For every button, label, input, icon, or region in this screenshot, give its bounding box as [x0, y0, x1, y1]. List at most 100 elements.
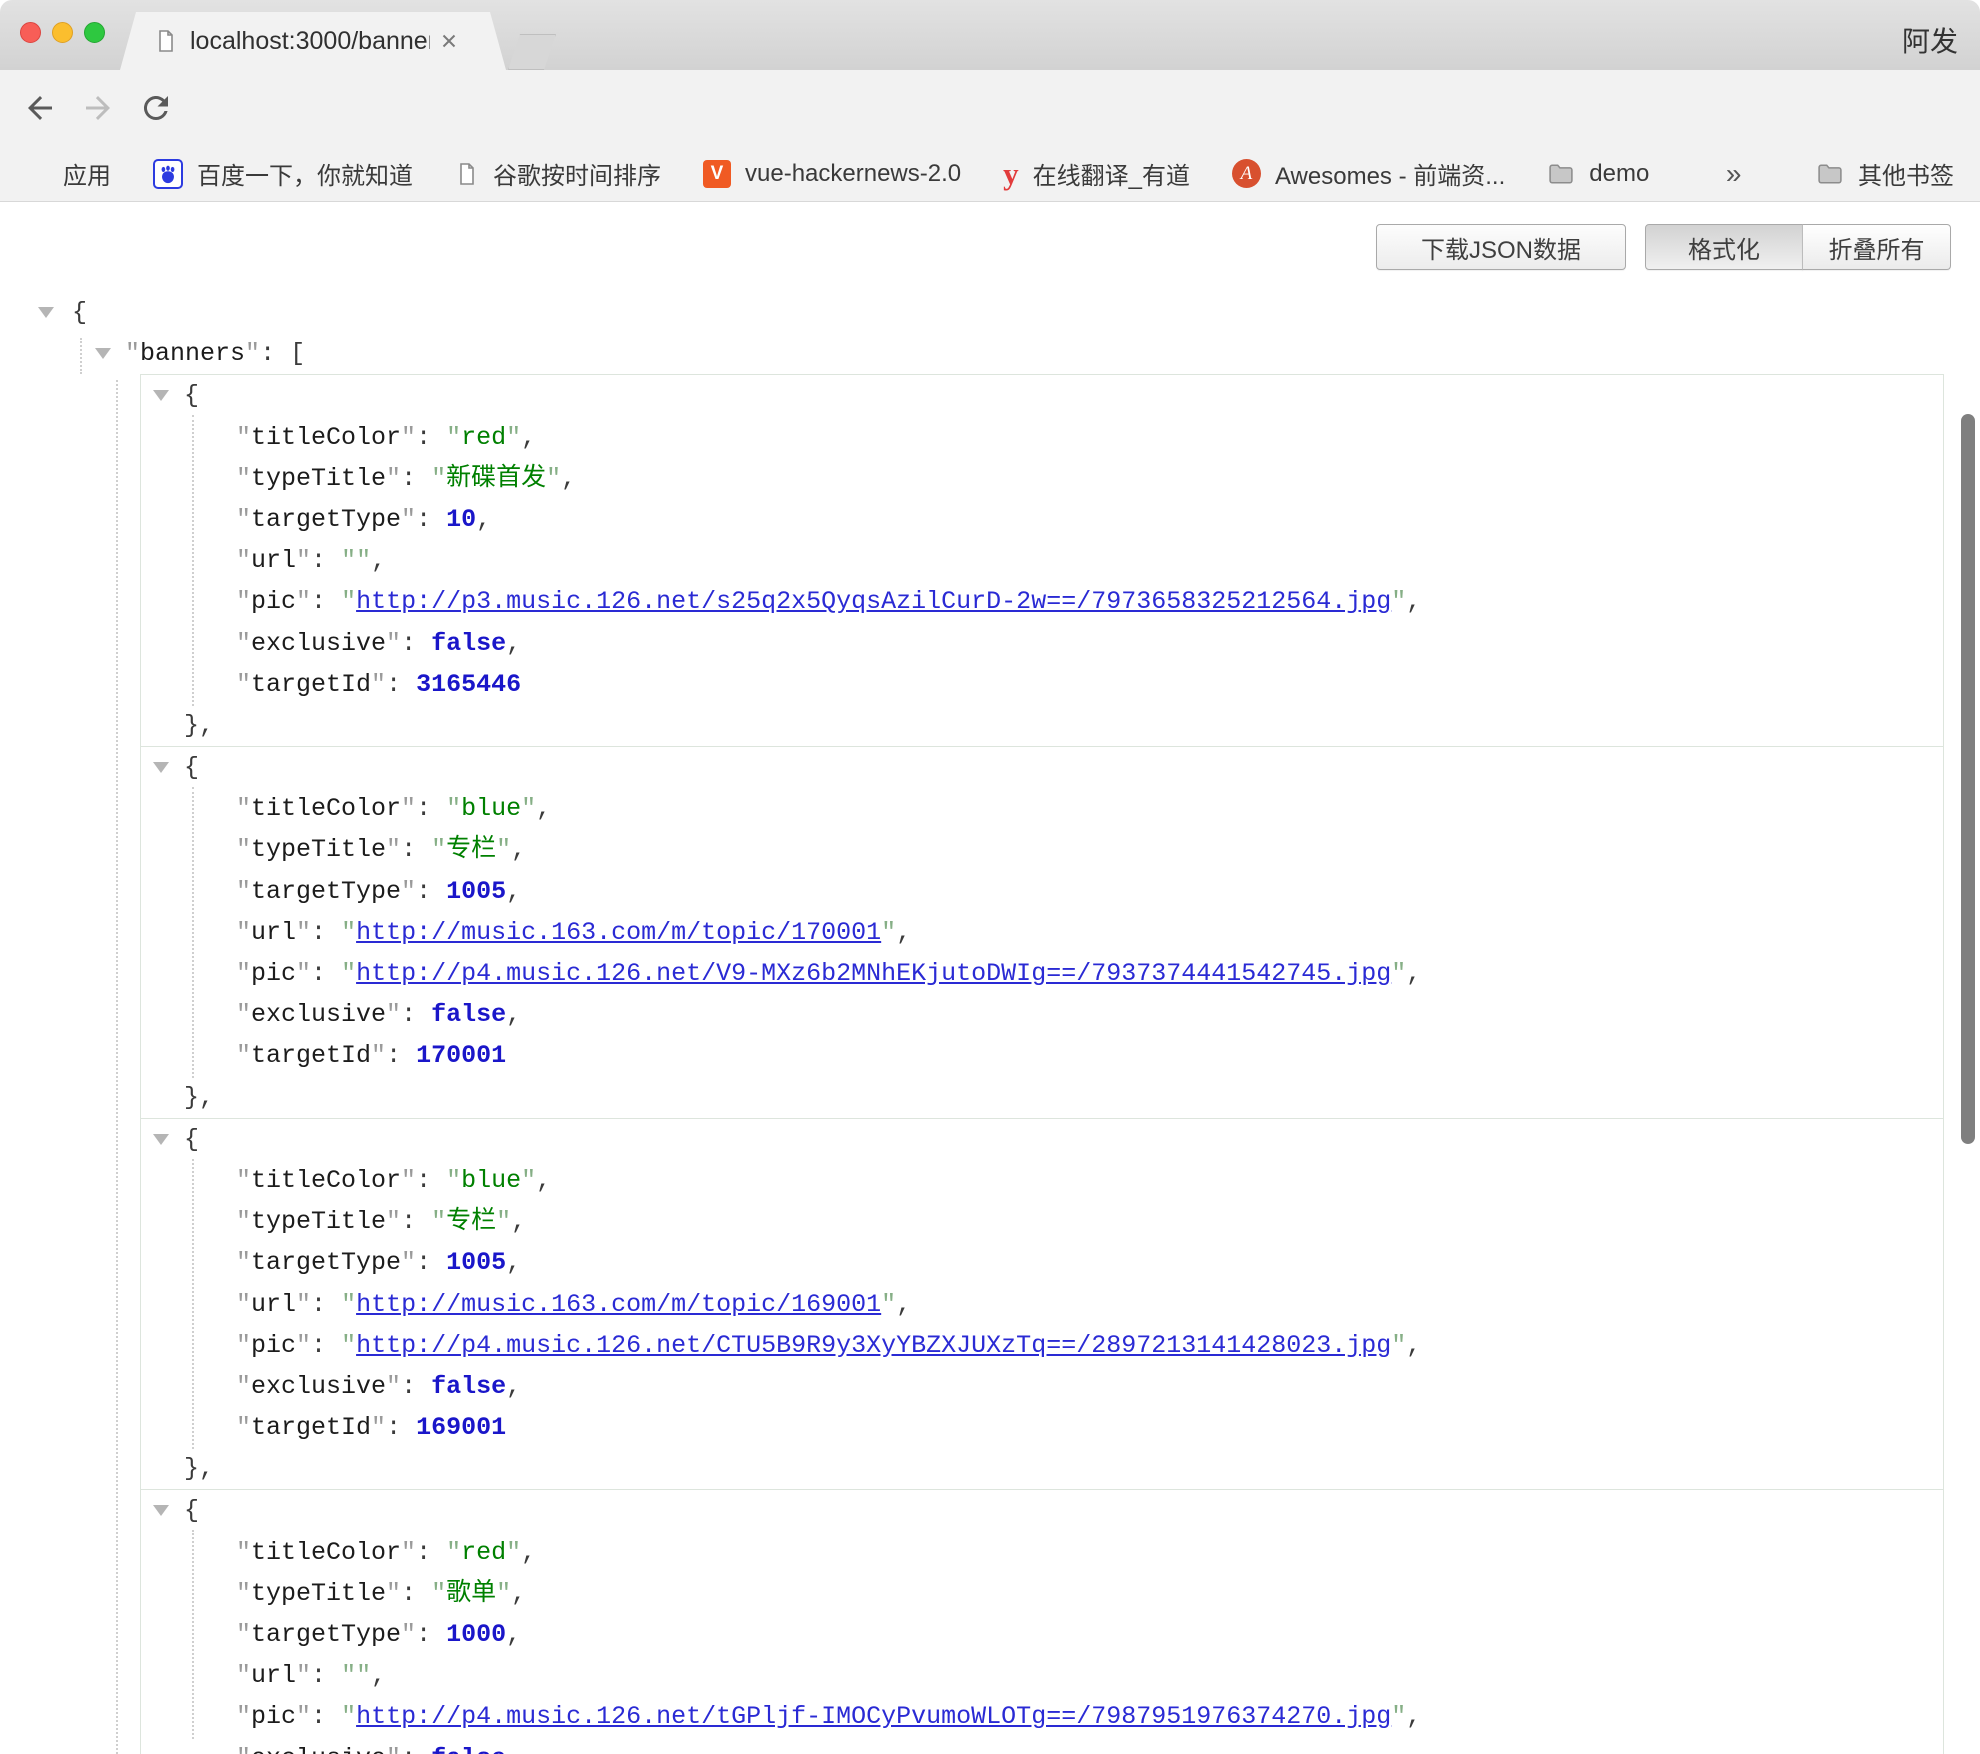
json-key: targetId	[251, 670, 371, 699]
json-field-exclusive: "exclusive": false,	[141, 1738, 1943, 1754]
punct: "	[1391, 1331, 1406, 1360]
tab-close-icon[interactable]	[438, 30, 460, 52]
forward-button[interactable]	[80, 90, 116, 126]
bookmark-vue-hackernews[interactable]: V vue-hackernews-2.0	[703, 160, 961, 188]
punct: ,	[896, 1290, 911, 1319]
new-tab-button[interactable]	[508, 34, 556, 70]
apps-grid-icon	[22, 160, 49, 187]
punct: "	[341, 918, 356, 947]
collapse-triangle-icon[interactable]	[153, 1134, 169, 1145]
json-link[interactable]: http://p3.music.126.net/s25q2x5QyqsAzilC…	[356, 587, 1391, 616]
open-brace: {	[184, 753, 199, 782]
json-object-close: },	[141, 1077, 1943, 1118]
punct: "	[236, 1207, 251, 1236]
punct: "	[356, 546, 371, 575]
json-key: titleColor	[251, 1166, 401, 1195]
json-link[interactable]: http://p4.music.126.net/tGPljf-IMOCyPvum…	[356, 1702, 1391, 1731]
punct: "	[236, 1166, 251, 1195]
json-key: exclusive	[251, 1372, 386, 1401]
json-number-value: 3165446	[416, 670, 521, 699]
json-field-typeTitle: "typeTitle": "歌单",	[141, 1573, 1943, 1614]
punct: "	[236, 629, 251, 658]
punct: "	[496, 1207, 511, 1236]
punct: "	[236, 1538, 251, 1567]
close-brace: }	[184, 711, 199, 740]
bookmark-awesomes[interactable]: A Awesomes - 前端资...	[1232, 156, 1505, 191]
collapse-triangle-icon[interactable]	[153, 762, 169, 773]
punct: :	[311, 587, 341, 616]
bookmarks-bar: 应用 百度一下，你就知道 谷歌按时间排序 V vue-hackernews-2.…	[0, 146, 1980, 202]
punct: "	[341, 1661, 356, 1690]
minimize-window-button[interactable]	[52, 22, 73, 43]
json-banners-line: "banners": [	[0, 333, 1980, 374]
json-field-targetType: "targetType": 1005,	[141, 871, 1943, 912]
punct: :	[386, 670, 416, 699]
punct: "	[341, 1290, 356, 1319]
json-link[interactable]: http://music.163.com/m/topic/170001	[356, 918, 881, 947]
punct: "	[236, 1620, 251, 1649]
json-boolean-value: false	[431, 1372, 506, 1401]
punct: "	[386, 1744, 401, 1754]
bookmark-google-sort[interactable]: 谷歌按时间排序	[455, 156, 661, 191]
punct: "	[546, 464, 561, 493]
reload-button[interactable]	[138, 90, 174, 126]
punct: "	[431, 464, 446, 493]
punct: "	[386, 1579, 401, 1608]
bookmark-label: demo	[1589, 160, 1649, 188]
back-button[interactable]	[22, 90, 58, 126]
zoom-window-button[interactable]	[84, 22, 105, 43]
json-key: exclusive	[251, 1744, 386, 1754]
collapse-triangle-icon[interactable]	[95, 348, 111, 359]
punct: "	[386, 1207, 401, 1236]
close-brace: }	[184, 1083, 199, 1112]
punct: ,	[476, 505, 491, 534]
collapse-triangle-icon[interactable]	[153, 1505, 169, 1516]
punct: :	[416, 877, 446, 906]
json-number-value: 1000	[446, 1620, 506, 1649]
punct: "	[236, 959, 251, 988]
punct: ,	[199, 1454, 214, 1483]
bookmark-apps[interactable]: 应用	[22, 156, 111, 191]
json-string-value: red	[461, 1538, 506, 1567]
open-brace: {	[72, 298, 87, 327]
bookmark-youdao[interactable]: y 在线翻译_有道	[1003, 156, 1190, 191]
punct: :	[311, 1331, 341, 1360]
punct: "	[401, 1166, 416, 1195]
punct: :	[416, 423, 446, 452]
collapse-triangle-icon[interactable]	[38, 307, 54, 318]
punct: "	[236, 1000, 251, 1029]
collapse-triangle-icon[interactable]	[153, 390, 169, 401]
punct: ,	[521, 423, 536, 452]
json-key: targetType	[251, 1620, 401, 1649]
json-number-value: 1005	[446, 877, 506, 906]
json-field-pic: "pic": "http://p4.music.126.net/tGPljf-I…	[141, 1696, 1943, 1737]
punct: "	[236, 1702, 251, 1731]
json-field-pic: "pic": "http://p3.music.126.net/s25q2x5Q…	[141, 581, 1943, 622]
json-key: titleColor	[251, 1538, 401, 1567]
awesomes-a-icon: A	[1232, 159, 1261, 188]
json-key: typeTitle	[251, 464, 386, 493]
json-link[interactable]: http://p4.music.126.net/CTU5B9R9y3XyYBZX…	[356, 1331, 1391, 1360]
punct: "	[431, 1579, 446, 1608]
bookmarks-overflow-chevron[interactable]: »	[1726, 158, 1742, 190]
json-key: url	[251, 546, 296, 575]
json-link[interactable]: http://music.163.com/m/topic/169001	[356, 1290, 881, 1319]
other-bookmarks-folder[interactable]: 其他书签	[1816, 156, 1954, 191]
bookmark-baidu[interactable]: 百度一下，你就知道	[153, 156, 413, 191]
punct: "	[371, 1413, 386, 1442]
browser-tab[interactable]: localhost:3000/banner	[120, 12, 506, 70]
close-window-button[interactable]	[20, 22, 41, 43]
bookmark-folder-demo[interactable]: demo	[1547, 160, 1649, 188]
punct: ,	[199, 711, 214, 740]
punct: ,	[1406, 587, 1421, 616]
punct: ,	[506, 629, 521, 658]
punct: :	[401, 1372, 431, 1401]
profile-name[interactable]: 阿发	[1902, 20, 1958, 60]
punct: :	[401, 629, 431, 658]
json-field-targetType: "targetType": 10,	[141, 499, 1943, 540]
json-object-open: {	[141, 1490, 1943, 1531]
json-link[interactable]: http://p4.music.126.net/V9-MXz6b2MNhEKju…	[356, 959, 1391, 988]
vertical-scrollbar[interactable]	[1961, 414, 1975, 1144]
punct: :	[311, 546, 341, 575]
json-string-value: 专栏	[446, 1207, 496, 1236]
